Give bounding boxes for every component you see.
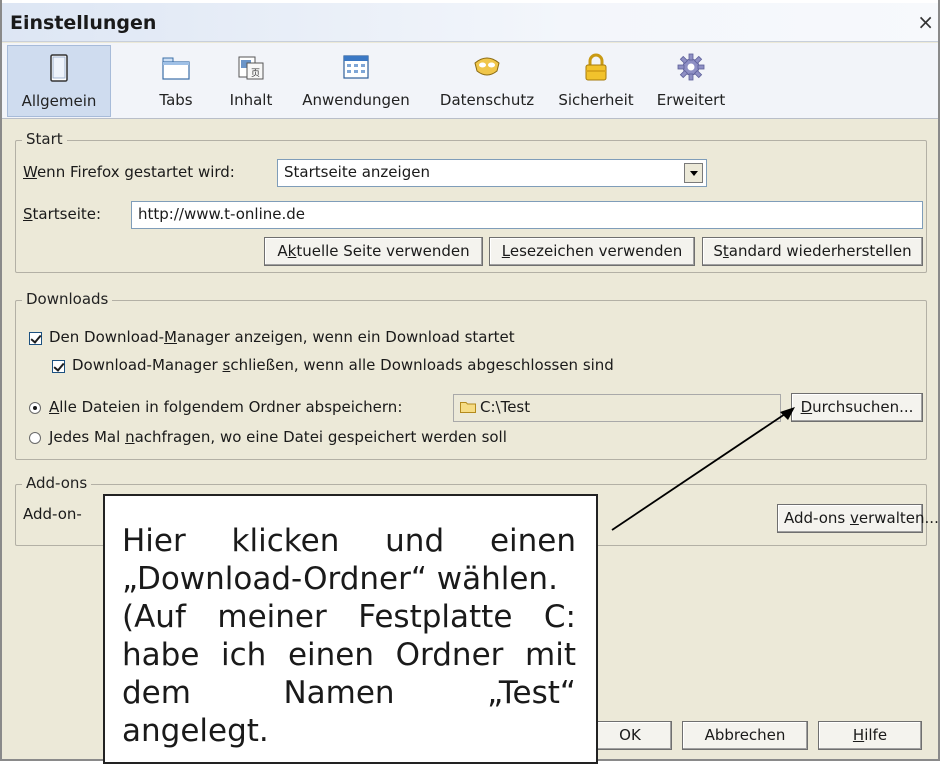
callout-line: „Download-Ordner“ wählen. — [122, 561, 558, 597]
callout-line: habe ich einen Ordner mit — [122, 637, 576, 673]
callout-line: dem Namen „Test“ — [122, 675, 576, 711]
callout-line: (Auf meiner Festplatte C: — [122, 599, 576, 635]
callout-line: Hier klicken und einen — [122, 523, 576, 559]
annotation-callout: Hier klicken und einen „Download-Ordner“… — [103, 494, 598, 764]
callout-line: angelegt. — [122, 713, 269, 749]
